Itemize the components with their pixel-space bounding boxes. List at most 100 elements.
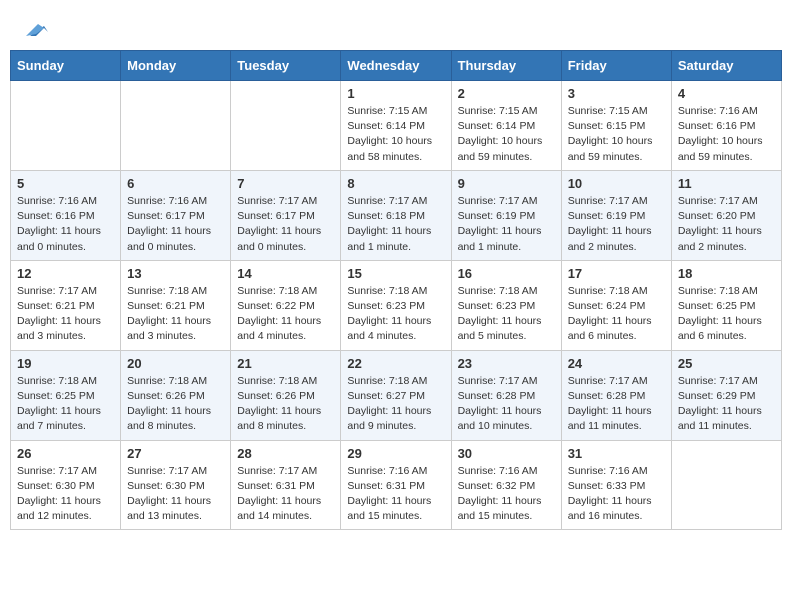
day-number: 26 [17, 446, 114, 461]
day-info: Sunrise: 7:18 AMSunset: 6:22 PMDaylight:… [237, 284, 334, 345]
day-number: 14 [237, 266, 334, 281]
day-info: Sunrise: 7:17 AMSunset: 6:21 PMDaylight:… [17, 284, 114, 345]
day-number: 12 [17, 266, 114, 281]
calendar-cell: 15 Sunrise: 7:18 AMSunset: 6:23 PMDayligh… [341, 260, 451, 350]
calendar-cell: 30 Sunrise: 7:16 AMSunset: 6:32 PMDayligh… [451, 440, 561, 530]
day-number: 4 [678, 86, 775, 101]
calendar-cell: 2Sunrise: 7:15 AMSunset: 6:14 PMDaylight… [451, 81, 561, 171]
day-info: Sunrise: 7:18 AMSunset: 6:25 PMDaylight:… [678, 284, 775, 345]
day-number: 20 [127, 356, 224, 371]
day-info: Sunrise: 7:17 AMSunset: 6:28 PMDaylight:… [458, 374, 555, 435]
calendar-cell: 19Sunrise: 7:18 AMSunset: 6:25 PMDayligh… [11, 350, 121, 440]
day-info: Sunrise: 7:16 AMSunset: 6:17 PMDaylight:… [127, 194, 224, 255]
day-info: Sunrise: 7:18 AMSunset: 6:25 PMDaylight:… [17, 374, 114, 435]
calendar-cell: 18 Sunrise: 7:18 AMSunset: 6:25 PMDayligh… [671, 260, 781, 350]
day-info: Sunrise: 7:17 AMSunset: 6:20 PMDaylight:… [678, 194, 775, 255]
day-number: 10 [568, 176, 665, 191]
day-info: Sunrise: 7:18 AMSunset: 6:26 PMDaylight:… [237, 374, 334, 435]
day-number: 13 [127, 266, 224, 281]
calendar-table: SundayMondayTuesdayWednesdayThursdayFrid… [10, 50, 782, 530]
calendar-cell: 8Sunrise: 7:17 AMSunset: 6:18 PMDaylight… [341, 170, 451, 260]
day-info: Sunrise: 7:17 AMSunset: 6:29 PMDaylight:… [678, 374, 775, 435]
day-number: 25 [678, 356, 775, 371]
day-number: 7 [237, 176, 334, 191]
day-number: 28 [237, 446, 334, 461]
day-info: Sunrise: 7:18 AMSunset: 6:27 PMDaylight:… [347, 374, 444, 435]
calendar-cell: 29 Sunrise: 7:16 AMSunset: 6:31 PMDayligh… [341, 440, 451, 530]
day-info: Sunrise: 7:15 AMSunset: 6:14 PMDaylight:… [347, 104, 444, 165]
weekday-header-thursday: Thursday [451, 51, 561, 81]
day-info: Sunrise: 7:17 AMSunset: 6:30 PMDaylight:… [17, 464, 114, 525]
day-info: Sunrise: 7:17 AMSunset: 6:30 PMDaylight:… [127, 464, 224, 525]
day-number: 3 [568, 86, 665, 101]
calendar-cell: 7 Sunrise: 7:17 AMSunset: 6:17 PMDaylight… [231, 170, 341, 260]
day-number: 31 [568, 446, 665, 461]
calendar-cell: 5Sunrise: 7:16 AMSunset: 6:16 PMDaylight… [11, 170, 121, 260]
calendar-cell: 6 Sunrise: 7:16 AMSunset: 6:17 PMDaylight… [121, 170, 231, 260]
day-info: Sunrise: 7:18 AMSunset: 6:24 PMDaylight:… [568, 284, 665, 345]
day-number: 18 [678, 266, 775, 281]
day-number: 22 [347, 356, 444, 371]
day-info: Sunrise: 7:18 AMSunset: 6:26 PMDaylight:… [127, 374, 224, 435]
calendar-cell: 24 Sunrise: 7:17 AMSunset: 6:28 PMDayligh… [561, 350, 671, 440]
calendar-cell: 4 Sunrise: 7:16 AMSunset: 6:16 PMDaylight… [671, 81, 781, 171]
day-info: Sunrise: 7:16 AMSunset: 6:31 PMDaylight:… [347, 464, 444, 525]
calendar-cell [11, 81, 121, 171]
day-number: 11 [678, 176, 775, 191]
day-info: Sunrise: 7:16 AMSunset: 6:33 PMDaylight:… [568, 464, 665, 525]
calendar-cell: 20 Sunrise: 7:18 AMSunset: 6:26 PMDayligh… [121, 350, 231, 440]
day-info: Sunrise: 7:17 AMSunset: 6:17 PMDaylight:… [237, 194, 334, 255]
day-number: 1 [347, 86, 444, 101]
logo [24, 18, 48, 40]
weekday-header-monday: Monday [121, 51, 231, 81]
calendar-cell: 28 Sunrise: 7:17 AMSunset: 6:31 PMDayligh… [231, 440, 341, 530]
weekday-header-tuesday: Tuesday [231, 51, 341, 81]
page-header [0, 0, 792, 50]
day-info: Sunrise: 7:16 AMSunset: 6:16 PMDaylight:… [17, 194, 114, 255]
calendar-cell: 1 Sunrise: 7:15 AMSunset: 6:14 PMDaylight… [341, 81, 451, 171]
calendar-cell: 14 Sunrise: 7:18 AMSunset: 6:22 PMDayligh… [231, 260, 341, 350]
day-number: 23 [458, 356, 555, 371]
calendar-week-row: 19Sunrise: 7:18 AMSunset: 6:25 PMDayligh… [11, 350, 782, 440]
day-info: Sunrise: 7:18 AMSunset: 6:23 PMDaylight:… [347, 284, 444, 345]
weekday-header-saturday: Saturday [671, 51, 781, 81]
calendar-cell: 23 Sunrise: 7:17 AMSunset: 6:28 PMDayligh… [451, 350, 561, 440]
calendar-cell: 10Sunrise: 7:17 AMSunset: 6:19 PMDayligh… [561, 170, 671, 260]
calendar-week-row: 1 Sunrise: 7:15 AMSunset: 6:14 PMDaylight… [11, 81, 782, 171]
day-info: Sunrise: 7:17 AMSunset: 6:28 PMDaylight:… [568, 374, 665, 435]
day-info: Sunrise: 7:15 AMSunset: 6:14 PMDaylight:… [458, 104, 555, 165]
calendar-cell [671, 440, 781, 530]
calendar-week-row: 5Sunrise: 7:16 AMSunset: 6:16 PMDaylight… [11, 170, 782, 260]
day-number: 15 [347, 266, 444, 281]
calendar-cell: 12 Sunrise: 7:17 AMSunset: 6:21 PMDayligh… [11, 260, 121, 350]
day-info: Sunrise: 7:18 AMSunset: 6:21 PMDaylight:… [127, 284, 224, 345]
calendar-cell: 31 Sunrise: 7:16 AMSunset: 6:33 PMDayligh… [561, 440, 671, 530]
calendar-cell: 25 Sunrise: 7:17 AMSunset: 6:29 PMDayligh… [671, 350, 781, 440]
calendar-cell [121, 81, 231, 171]
day-number: 6 [127, 176, 224, 191]
day-number: 17 [568, 266, 665, 281]
calendar-cell: 3 Sunrise: 7:15 AMSunset: 6:15 PMDaylight… [561, 81, 671, 171]
calendar-cell: 22 Sunrise: 7:18 AMSunset: 6:27 PMDayligh… [341, 350, 451, 440]
weekday-header-sunday: Sunday [11, 51, 121, 81]
day-info: Sunrise: 7:15 AMSunset: 6:15 PMDaylight:… [568, 104, 665, 165]
calendar-week-row: 12 Sunrise: 7:17 AMSunset: 6:21 PMDayligh… [11, 260, 782, 350]
day-info: Sunrise: 7:16 AMSunset: 6:16 PMDaylight:… [678, 104, 775, 165]
day-number: 21 [237, 356, 334, 371]
day-number: 24 [568, 356, 665, 371]
day-number: 27 [127, 446, 224, 461]
day-info: Sunrise: 7:16 AMSunset: 6:32 PMDaylight:… [458, 464, 555, 525]
calendar-cell: 21 Sunrise: 7:18 AMSunset: 6:26 PMDayligh… [231, 350, 341, 440]
calendar-header-row: SundayMondayTuesdayWednesdayThursdayFrid… [11, 51, 782, 81]
calendar-cell: 27 Sunrise: 7:17 AMSunset: 6:30 PMDayligh… [121, 440, 231, 530]
weekday-header-wednesday: Wednesday [341, 51, 451, 81]
day-number: 30 [458, 446, 555, 461]
day-info: Sunrise: 7:18 AMSunset: 6:23 PMDaylight:… [458, 284, 555, 345]
day-number: 29 [347, 446, 444, 461]
day-info: Sunrise: 7:17 AMSunset: 6:31 PMDaylight:… [237, 464, 334, 525]
day-number: 9 [458, 176, 555, 191]
calendar-cell: 13 Sunrise: 7:18 AMSunset: 6:21 PMDayligh… [121, 260, 231, 350]
day-info: Sunrise: 7:17 AMSunset: 6:18 PMDaylight:… [347, 194, 444, 255]
logo-icon [26, 18, 48, 40]
calendar-cell: 17 Sunrise: 7:18 AMSunset: 6:24 PMDayligh… [561, 260, 671, 350]
